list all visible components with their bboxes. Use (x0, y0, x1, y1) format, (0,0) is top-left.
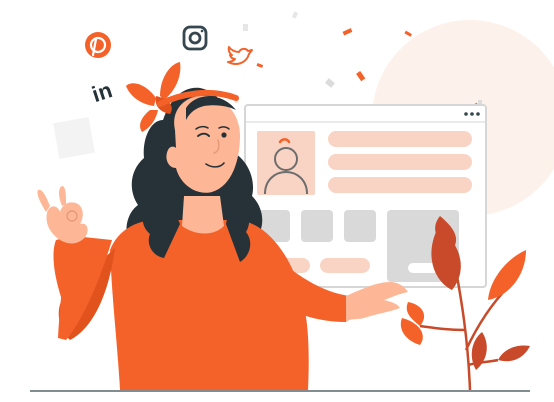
content-tile (344, 210, 376, 242)
ghost-square (53, 117, 95, 159)
illustration-canvas: in (30, 11, 554, 392)
neck (182, 196, 224, 234)
content-tile (301, 210, 333, 242)
ok-hand (37, 186, 88, 244)
profile-avatar-card (257, 131, 315, 195)
plant-leaf (471, 332, 487, 370)
content-pill (320, 258, 370, 273)
illustration-scene: in (0, 0, 554, 402)
window-dot (476, 112, 480, 116)
instagram-icon (182, 25, 208, 51)
plant-leaf (488, 250, 526, 300)
window-dot (470, 112, 474, 116)
pinterest-icon (85, 32, 111, 58)
window-dot (464, 112, 468, 116)
profile-line (328, 154, 472, 170)
plant-leaf (498, 345, 530, 362)
twitter-icon (227, 46, 253, 65)
linkedin-icon: in (89, 77, 115, 107)
profile-line (328, 131, 472, 147)
profile-line (328, 177, 472, 193)
eye (221, 132, 227, 138)
